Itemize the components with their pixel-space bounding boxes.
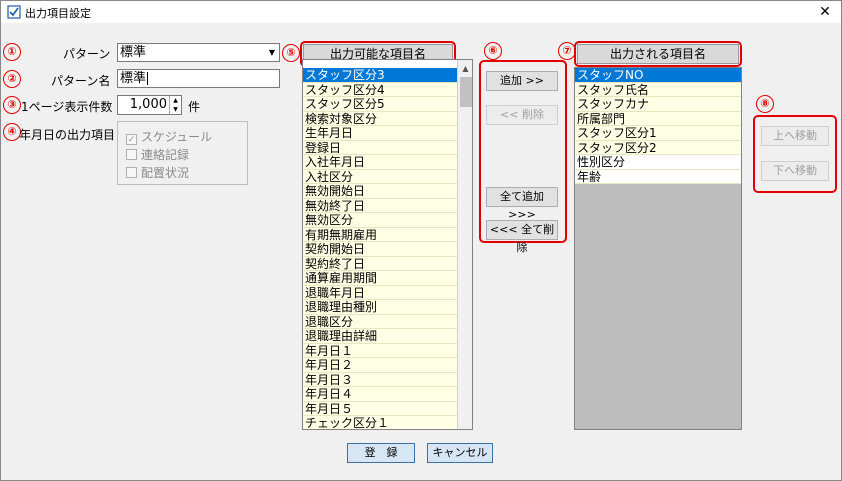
checkbox-box [126,149,137,160]
window-title: 出力項目設定 [25,7,91,20]
list-item[interactable]: 契約開始日 [303,242,458,257]
close-icon[interactable]: ✕ [815,3,835,21]
pattern-label: パターン [63,47,111,61]
highlight-output-header [574,41,742,67]
marker-3: ③ [3,96,21,114]
list-item[interactable]: 年月日５ [303,401,458,416]
spin-down-icon[interactable]: ▼ [170,105,181,114]
move-down-button[interactable]: 下へ移動 [761,161,829,181]
list-item[interactable]: スタッフカナ [575,97,741,112]
pattern-select-value: 標準 [120,45,147,60]
list-item[interactable]: スタッフ区分2 [575,140,741,155]
add-all-button[interactable]: 全て追加 >>> [486,187,558,221]
pattern-name-label: パターン名 [51,74,111,88]
marker-8: ⑧ [756,95,774,113]
pattern-select[interactable]: 標準 ▼ [117,43,280,62]
list-item[interactable]: 退職理由詳細 [303,329,458,344]
date-output-label: 年月日の出力項目 [19,128,116,142]
list-item[interactable]: 退職理由種別 [303,300,458,315]
list-item[interactable]: スタッフ区分1 [575,126,741,141]
checkbox-placement[interactable]: 配置状況 [126,164,189,181]
date-options-group: ✓ スケジュール 連絡記録 配置状況 [117,121,248,185]
move-up-button[interactable]: 上へ移動 [761,126,829,146]
dialog-window: 出力項目設定 ✕ ① ② ③ ④ ⑤ ⑥ ⑦ ⑧ パターン パターン名 1ページ… [0,0,842,481]
list-item[interactable]: 無効区分 [303,213,458,228]
list-item[interactable]: スタッフ区分3 [303,68,458,83]
remove-all-button[interactable]: <<< 全て削除 [486,220,558,254]
list-item[interactable]: 入社区分 [303,169,458,184]
list-item[interactable]: スタッフ氏名 [575,82,741,97]
list-item[interactable]: スタッフ区分4 [303,82,458,97]
list-item[interactable]: 登録日 [303,140,458,155]
list-item[interactable]: 性別区分 [575,155,741,170]
list-item[interactable]: 退職区分 [303,314,458,329]
checkbox-label: スケジュール [141,130,213,144]
list-item[interactable]: 所属部門 [575,111,741,126]
checkbox-contact-record[interactable]: 連絡記録 [126,146,189,163]
cancel-button[interactable]: キャンセル [427,443,493,463]
check-icon: ✓ [126,134,137,145]
list-item[interactable]: 契約終了日 [303,256,458,271]
spin-buttons[interactable]: ▲ ▼ [169,96,181,114]
app-icon [7,5,21,19]
list-item[interactable]: 年月日３ [303,372,458,387]
page-count-value: 1,000 [129,97,167,112]
list-item[interactable]: 年月日１ [303,343,458,358]
remove-button[interactable]: << 削除 [486,105,558,125]
page-count-label: 1ページ表示件数 [21,100,113,114]
pattern-name-value: 標準 [120,71,147,86]
list-item[interactable]: チェック区分１ [303,416,458,429]
list-item[interactable]: 有期無期雇用 [303,227,458,242]
list-item[interactable]: 無効終了日 [303,198,458,213]
spin-up-icon[interactable]: ▲ [170,96,181,105]
marker-6: ⑥ [484,42,502,60]
scroll-up-icon[interactable]: ▲ [458,60,472,77]
available-items-list[interactable]: スタッフ区分3 スタッフ区分4 スタッフ区分5 検索対象区分 生年月日 登録日 入社年月日入… [302,59,473,430]
list-item[interactable]: 入社年月日 [303,155,458,170]
list-item[interactable]: 年月日２ [303,358,458,373]
marker-5: ⑤ [282,44,300,62]
output-items-list[interactable]: スタッフNO スタッフ氏名 スタッフカナ 所属部門 スタッフ区分1 スタッフ区分2 性別区分… [574,67,742,430]
list-item[interactable]: 無効開始日 [303,184,458,199]
marker-1: ① [3,43,21,61]
chevron-down-icon[interactable]: ▼ [265,44,279,61]
list-item[interactable]: スタッフNO [575,68,741,83]
checkbox-label: 連絡記録 [141,148,190,162]
checkbox-box [126,167,137,178]
list-item[interactable]: 年齢 [575,169,741,184]
marker-2: ② [3,70,21,88]
list-item[interactable]: 通算雇用期間 [303,271,458,286]
text-caret [147,72,149,85]
list-item[interactable]: 生年月日 [303,126,458,141]
available-list-scrollbar[interactable]: ▲ [457,60,472,429]
register-button[interactable]: 登 録 [347,443,415,463]
page-count-stepper[interactable]: 1,000 ▲ ▼ [117,95,182,115]
scroll-thumb[interactable] [460,77,472,107]
checkbox-label: 配置状況 [141,166,190,180]
list-item[interactable]: 検索対象区分 [303,111,458,126]
list-item[interactable]: 退職年月日 [303,285,458,300]
checkbox-schedule[interactable]: ✓ スケジュール [126,128,212,145]
pattern-name-input[interactable]: 標準 [117,69,280,88]
list-item[interactable]: スタッフ区分5 [303,97,458,112]
list-item[interactable]: 年月日４ [303,387,458,402]
title-bar: 出力項目設定 ✕ [1,1,841,23]
add-button[interactable]: 追加 >> [486,71,558,91]
page-count-unit: 件 [188,100,201,114]
